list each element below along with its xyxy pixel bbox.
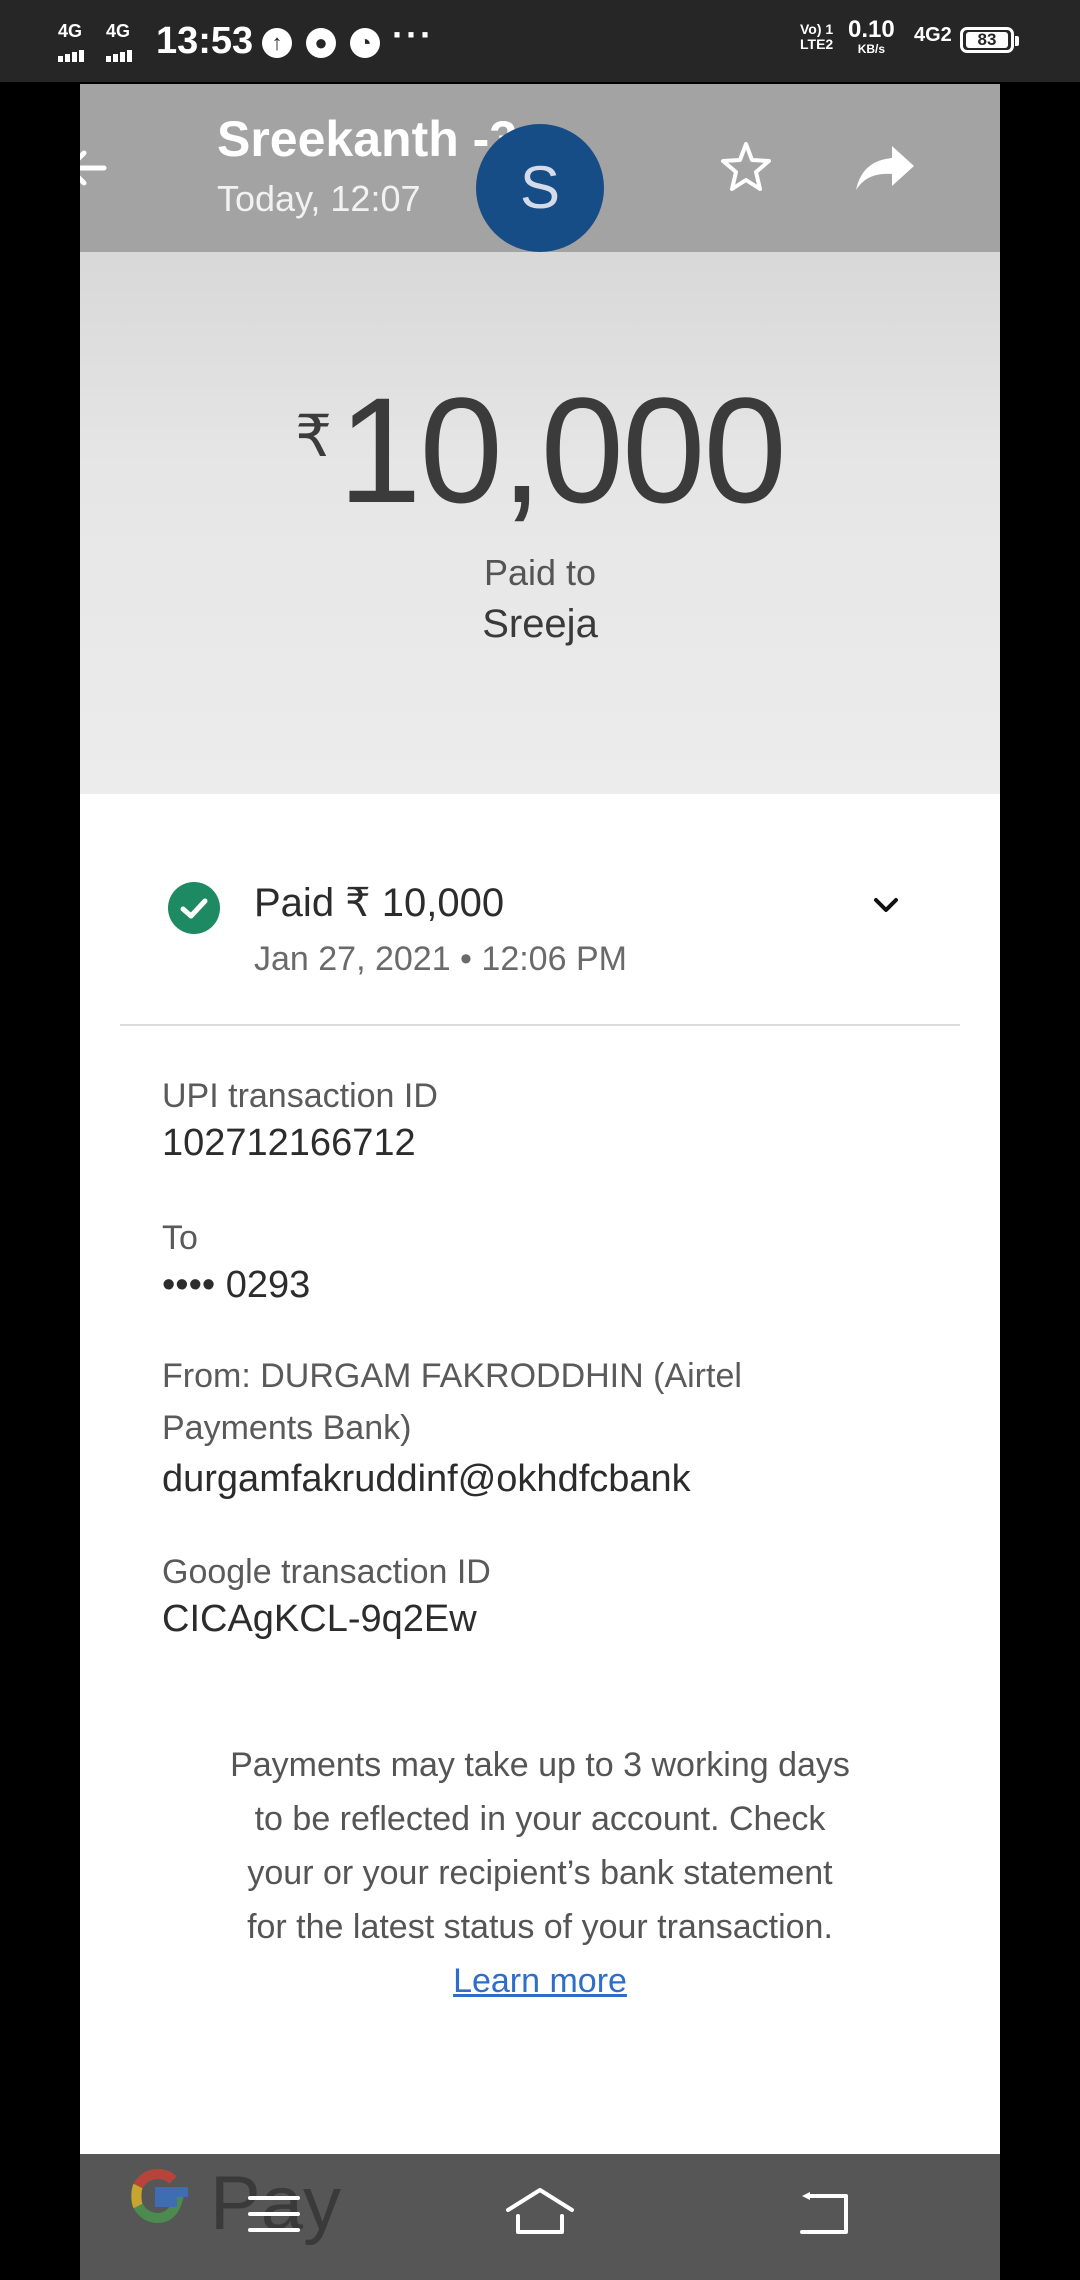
speed-unit: KB/s bbox=[857, 42, 886, 56]
payment-datetime: Jan 27, 2021 • 12:06 PM bbox=[254, 940, 627, 978]
home-icon[interactable] bbox=[504, 2184, 576, 2245]
sim1-network-label: 4G bbox=[58, 21, 83, 41]
upi-id-value: 102712166712 bbox=[162, 1122, 416, 1164]
battery-level: 83 bbox=[966, 31, 1008, 48]
star-icon[interactable] bbox=[716, 138, 776, 203]
upi-id-label: UPI transaction ID bbox=[162, 1077, 438, 1115]
signal-sim1: 4G bbox=[58, 22, 86, 62]
sim2-network-label: 4G bbox=[106, 21, 131, 41]
navigation-bar: Pay bbox=[80, 2154, 1000, 2280]
from-upi-value: durgamfakruddinf@okhdfcbank bbox=[162, 1458, 691, 1500]
page-title: Sreekanth -3 bbox=[217, 111, 518, 167]
payee-name: Sreeja bbox=[482, 602, 598, 646]
to-account-value: •••• 0293 bbox=[162, 1264, 311, 1306]
page-subtitle: Today, 12:07 bbox=[217, 178, 421, 219]
divider bbox=[120, 1024, 960, 1026]
signal-sim2: 4G bbox=[106, 22, 134, 62]
details-card: Paid ₹ 10,000 Jan 27, 2021 • 12:06 PM UP… bbox=[80, 794, 1000, 2154]
google-g-icon bbox=[130, 2168, 188, 2224]
menu-icon[interactable] bbox=[246, 2192, 302, 2241]
volte-label: Vo) 1 bbox=[800, 21, 834, 37]
learn-more-link[interactable]: Learn more bbox=[230, 1954, 850, 2008]
check-circle-icon bbox=[168, 882, 220, 934]
google-id-label: Google transaction ID bbox=[162, 1553, 491, 1591]
back-icon[interactable] bbox=[796, 2188, 852, 2243]
more-notifications-icon: ··· bbox=[392, 14, 434, 55]
amount-section: ₹10,000 Paid to Sreeja bbox=[80, 252, 1000, 794]
clock: 13:53 bbox=[156, 20, 254, 62]
share-icon[interactable] bbox=[852, 138, 918, 203]
status-bar: 4G 4G 13:53 ↑ ● ◔ ··· Vo) 1 LTE2 0.10 KB… bbox=[0, 0, 1080, 82]
upload-icon: ↑ bbox=[262, 28, 292, 58]
chevron-down-icon[interactable] bbox=[866, 886, 906, 931]
gauge-icon: ◔ bbox=[350, 28, 380, 58]
speed-value: 0.10 bbox=[848, 16, 895, 43]
amount-display: ₹10,000 bbox=[80, 364, 1000, 537]
google-id-value: CICAgKCL-9q2Ew bbox=[162, 1598, 477, 1640]
processing-note: Payments may take up to 3 working days t… bbox=[230, 1738, 850, 2008]
transaction-screen: ₹10,000 Paid to Sreeja Sreekanth -3 Toda… bbox=[80, 84, 1000, 2154]
network-speed: 0.10 KB/s bbox=[848, 16, 895, 57]
processing-note-text: Payments may take up to 3 working days t… bbox=[230, 1746, 850, 1946]
from-label: From: DURGAM FAKRODDHIN (Airtel Payments… bbox=[162, 1357, 742, 1447]
payment-status: Paid ₹ 10,000 bbox=[254, 881, 505, 925]
avatar[interactable]: S bbox=[476, 124, 604, 252]
paid-to-label: Paid to bbox=[483, 552, 597, 593]
battery-icon: 83 bbox=[960, 27, 1019, 53]
network-type: 4G2 bbox=[914, 24, 952, 46]
volte-indicator: Vo) 1 LTE2 bbox=[800, 22, 833, 52]
to-label: To bbox=[162, 1219, 198, 1257]
message-icon: ● bbox=[306, 28, 336, 58]
currency-symbol: ₹ bbox=[295, 404, 333, 469]
lte-label: LTE2 bbox=[800, 36, 834, 52]
amount-value: 10,000 bbox=[338, 366, 787, 534]
back-arrow-icon[interactable] bbox=[80, 138, 116, 203]
